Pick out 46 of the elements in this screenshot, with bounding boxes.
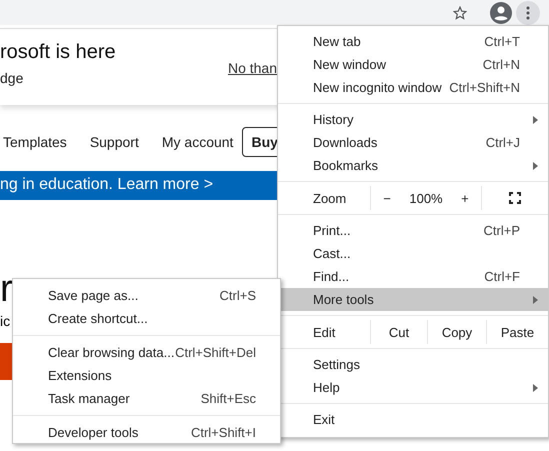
menu-item[interactable]: New incognito window Ctrl+Shift+N — [278, 76, 548, 99]
menu-item[interactable]: Print... Ctrl+P — [278, 219, 548, 242]
edit-action-button[interactable]: Paste — [486, 320, 548, 344]
shortcut-text: Ctrl+P — [484, 223, 520, 238]
submenu-arrow-icon — [533, 116, 538, 124]
submenu-item[interactable]: Task manager Shift+Esc — [13, 387, 280, 410]
shortcut-text: Ctrl+T — [484, 34, 520, 49]
shortcut-text: Ctrl+N — [482, 57, 520, 72]
menu-item[interactable]: Settings — [278, 353, 548, 376]
dismiss-link[interactable]: No than — [228, 60, 277, 76]
menu-item[interactable]: New window Ctrl+N — [278, 53, 548, 76]
shortcut-text: Ctrl+J — [486, 135, 520, 150]
edit-action-button[interactable]: Copy — [427, 320, 486, 344]
body-text: ic — [0, 313, 10, 329]
menu-item[interactable]: New tab Ctrl+T — [278, 30, 548, 53]
shortcut-text: Ctrl+Shift+I — [190, 425, 256, 440]
menu-item[interactable]: Help — [278, 376, 548, 399]
menu-item[interactable]: Exit — [278, 408, 548, 431]
star-icon[interactable] — [453, 6, 467, 20]
submenu-item[interactable]: Create shortcut... — [13, 307, 280, 330]
submenu-item[interactable]: Save page as... Ctrl+S — [13, 284, 280, 307]
page-heading: r — [0, 268, 13, 312]
banner-subtitle: dge — [0, 70, 24, 86]
edit-label: Edit — [312, 324, 336, 342]
shortcut-text: Ctrl+Shift+N — [449, 80, 520, 95]
submenu-item[interactable]: Developer tools Ctrl+Shift+I — [13, 421, 280, 444]
nav-link[interactable]: Support — [90, 134, 139, 150]
submenu-arrow-icon — [533, 384, 538, 392]
nav-link[interactable]: Templates — [3, 134, 67, 150]
menu-item[interactable]: Find... Ctrl+F — [278, 265, 548, 288]
submenu-arrow-icon — [533, 296, 538, 304]
submenu-item[interactable]: Clear browsing data...Ctrl+Shift+Del — [13, 341, 280, 364]
shortcut-text: Ctrl+F — [484, 269, 520, 284]
menu-item[interactable]: More tools — [278, 288, 548, 311]
banner-title: rosoft is here — [0, 41, 116, 64]
profile-icon[interactable] — [489, 0, 513, 24]
shortcut-text: Shift+Esc — [200, 391, 256, 406]
menu-icon[interactable] — [516, 0, 540, 24]
menu-item[interactable]: Cast... — [278, 242, 548, 265]
submenu-arrow-icon — [533, 162, 538, 170]
edit-action-button[interactable]: Cut — [370, 320, 427, 344]
nav-link[interactable]: My account — [162, 134, 234, 150]
shortcut-text: Ctrl+S — [220, 288, 256, 303]
shortcut-text: Ctrl+Shift+Del — [175, 345, 256, 360]
submenu-item[interactable]: Extensions — [13, 364, 280, 387]
fullscreen-icon[interactable] — [509, 192, 521, 204]
